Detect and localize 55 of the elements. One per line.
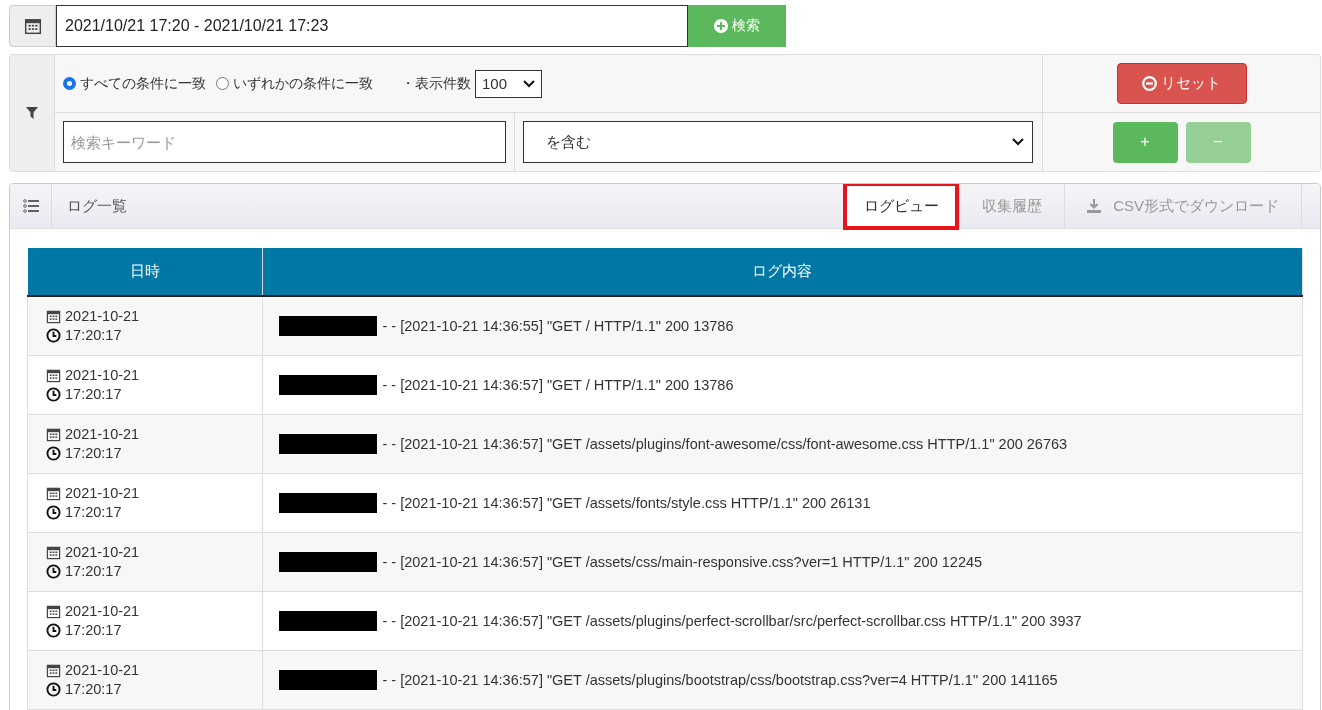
- reset-button[interactable]: リセット: [1116, 63, 1247, 104]
- calendar-icon: [46, 604, 61, 619]
- list-icon: [22, 199, 39, 213]
- condition-select[interactable]: を含む: [523, 121, 1033, 163]
- date-text: 2021-10-21: [65, 366, 140, 385]
- chevron-down-icon: [1012, 138, 1024, 146]
- column-header: ログ内容: [262, 248, 1303, 296]
- calendar-icon: [46, 663, 61, 678]
- filter-icon: [26, 107, 38, 119]
- panel-title: ログ一覧: [66, 196, 127, 216]
- log-text: - - [2021-10-21 14:36:57] "GET /assets/plugins/perfect-scrollbar/src/perfect-scrollbar.css HTTP/1.1" 200 3937: [382, 613, 1082, 629]
- plus-circle-icon: [714, 19, 728, 33]
- date-text: 2021-10-21: [65, 543, 140, 562]
- time-text: 17:20:17: [65, 621, 122, 640]
- clock-icon: [46, 328, 61, 343]
- date-text: 2021-10-21: [65, 661, 140, 680]
- match-radio[interactable]: すべての条件に一致: [63, 74, 206, 93]
- clock-icon: [46, 564, 61, 579]
- time-text: 17:20:17: [65, 444, 122, 463]
- log-text: - - [2021-10-21 14:36:55] "GET / HTTP/1.1" 200 13786: [382, 318, 734, 334]
- date-text: 2021-10-21: [65, 307, 140, 326]
- time-text: 17:20:17: [65, 326, 122, 345]
- calendar-icon: [46, 427, 61, 442]
- clock-icon: [46, 505, 61, 520]
- log-text: - - [2021-10-21 14:36:57] "GET /assets/plugins/bootstrap/css/bootstrap.css?ver=4 HTTP/1.1" 200 141165: [382, 672, 1058, 688]
- calendar-icon: [46, 545, 61, 560]
- calendar-icon: [46, 368, 61, 383]
- date-text: 2021-10-21: [65, 484, 140, 503]
- clock-icon: [46, 682, 61, 697]
- keyword-field[interactable]: 検索キーワード: [63, 121, 506, 163]
- minus-circle-icon: [1142, 76, 1157, 91]
- match-radio[interactable]: いずれかの条件に一致: [216, 74, 373, 93]
- clock-icon: [46, 387, 61, 402]
- time-text: 17:20:17: [65, 562, 122, 581]
- page-size-select[interactable]: 100: [475, 69, 542, 98]
- date-text: 2021-10-21: [65, 425, 140, 444]
- calendar-icon: [46, 486, 61, 501]
- clock-icon: [46, 623, 61, 638]
- time-text: 17:20:17: [65, 385, 122, 404]
- log-text: - - [2021-10-21 14:36:57] "GET /assets/css/main-responsive.css?ver=1 HTTP/1.1" 200 12245: [382, 554, 983, 570]
- log-text: - - [2021-10-21 14:36:57] "GET / HTTP/1.1" 200 13786: [382, 377, 734, 393]
- download-icon: [1087, 199, 1102, 213]
- column-header: 日時: [27, 248, 262, 296]
- chevron-down-icon: [523, 79, 535, 88]
- page-size-label: ・表示件数: [401, 74, 471, 93]
- log-text: - - [2021-10-21 14:36:57] "GET /assets/plugins/font-awesome/css/font-awesome.css HTTP/1.1" 200 26763: [382, 436, 1068, 452]
- log-text: - - [2021-10-21 14:36:57] "GET /assets/fonts/style.css HTTP/1.1" 200 26131: [382, 495, 871, 511]
- calendar-icon: [46, 309, 61, 324]
- tab[interactable]: ログビュー: [843, 184, 960, 230]
- date-range-field[interactable]: 2021/10/21 17:20 - 2021/10/21 17:23: [56, 5, 688, 47]
- clock-icon: [46, 446, 61, 461]
- calendar-icon: [23, 17, 42, 35]
- date-text: 2021-10-21: [65, 602, 140, 621]
- time-text: 17:20:17: [65, 680, 122, 699]
- time-text: 17:20:17: [65, 503, 122, 522]
